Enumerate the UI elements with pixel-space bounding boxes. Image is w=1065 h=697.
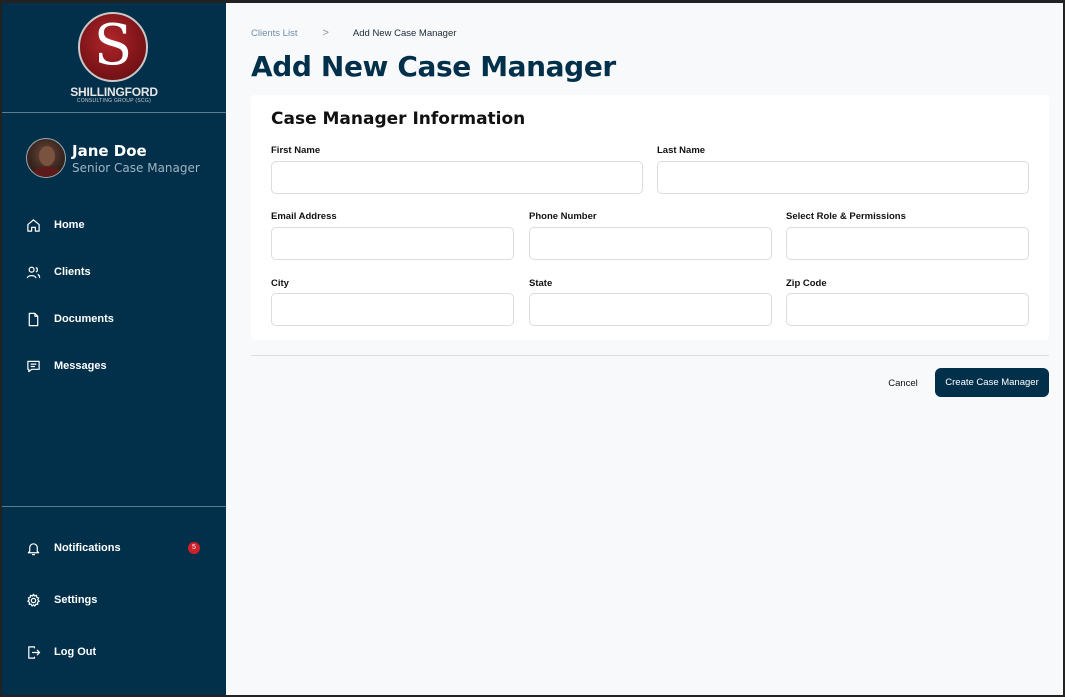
bell-icon [27,542,40,555]
last-name-label: Last Name [657,145,706,156]
cancel-button[interactable]: Cancel [876,373,930,393]
zip-field[interactable] [786,293,1029,326]
sidebar-item-logout[interactable]: Log Out [26,641,206,663]
state-label: State [529,278,553,289]
sidebar-item-documents[interactable]: Documents [26,308,206,330]
message-icon [27,360,40,372]
last-name-field[interactable] [657,161,1029,194]
breadcrumb-clients-list[interactable]: Clients List [251,28,297,39]
city-field[interactable] [271,293,514,326]
home-icon [27,218,40,232]
sidebar-divider-bottom [2,506,226,507]
notification-count-badge: 5 [188,542,200,554]
breadcrumb-current: Add New Case Manager [352,27,457,39]
chevron-right-icon: > [322,27,329,39]
phone-field[interactable] [529,227,772,260]
phone-label: Phone Number [529,211,597,222]
email-label: Email Address [271,211,337,222]
create-case-manager-button[interactable]: Create Case Manager [935,368,1049,397]
section-title: Case Manager Information [271,109,526,129]
sidebar-item-label: Home [54,219,85,231]
brand-subtitle: CONSULTING GROUP (SCG) [76,98,152,104]
main-content: Clients List > Add New Case Manager Add … [226,3,1063,695]
brand-logo: S SHILLINGFORD CONSULTING GROUP (SCG) [2,3,226,111]
sidebar-item-label: Notifications [54,542,121,554]
city-label: City [271,278,289,289]
first-name-field[interactable] [271,161,643,194]
logout-icon [28,645,41,659]
email-field[interactable] [271,227,514,260]
app-window: S SHILLINGFORD CONSULTING GROUP (SCG) Ja… [2,3,1063,695]
role-select[interactable] [786,227,1029,260]
sidebar-item-clients[interactable]: Clients [26,261,206,283]
sidebar-item-label: Clients [54,266,91,278]
sidebar-divider-top [2,112,226,113]
page-title: Add New Case Manager [251,50,616,83]
sidebar-item-messages[interactable]: Messages [26,355,206,377]
sidebar-item-notifications[interactable]: Notifications 5 [26,537,206,559]
sidebar-item-label: Settings [54,594,98,606]
sidebar-item-label: Documents [54,313,114,325]
brand-name: SHILLINGFORD [70,85,158,99]
users-icon [26,266,41,278]
sidebar-item-settings[interactable]: Settings [26,589,206,611]
breadcrumb: Clients List > Add New Case Manager [251,27,456,39]
form-divider [251,355,1049,356]
first-name-label: First Name [271,145,321,156]
document-icon [28,312,39,326]
sidebar-item-label: Messages [54,360,107,372]
state-field[interactable] [529,293,772,326]
sidebar-item-home[interactable]: Home [26,214,206,236]
logo-emblem: S [78,12,148,82]
user-profile: Jane Doe Senior Case Manager [26,138,216,178]
role-label: Select Role & Permissions [786,211,906,222]
avatar [26,138,66,178]
logo-letter: S [93,13,133,78]
sidebar: S SHILLINGFORD CONSULTING GROUP (SCG) Ja… [2,3,226,695]
gear-icon [26,592,41,607]
zip-label: Zip Code [786,278,827,289]
case-manager-form-card: Case Manager Information First Name Last… [251,95,1049,340]
sidebar-item-label: Log Out [54,646,97,658]
user-name: Jane Doe [72,142,147,160]
user-role: Senior Case Manager [72,161,200,175]
